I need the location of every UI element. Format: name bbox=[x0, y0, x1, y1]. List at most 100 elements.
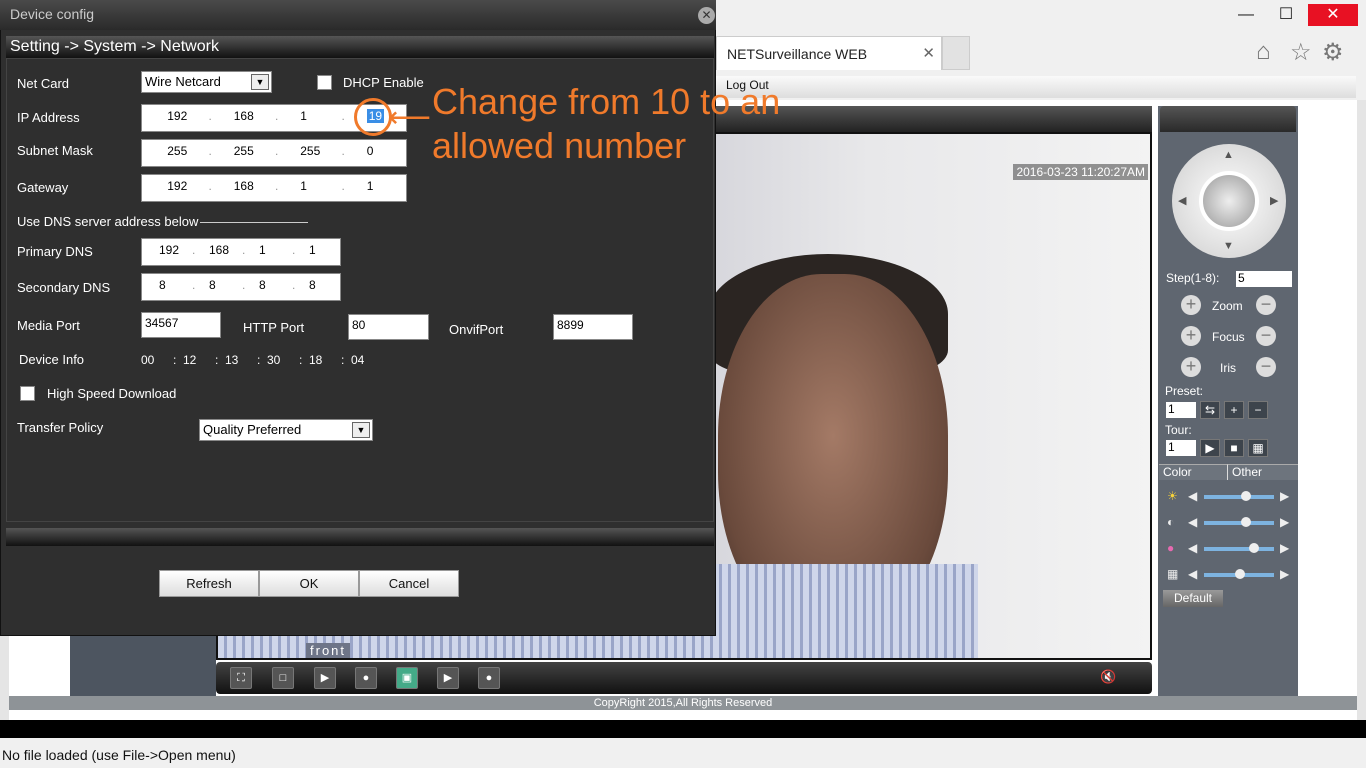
cancel-button[interactable]: Cancel bbox=[359, 570, 459, 597]
default-button[interactable]: Default bbox=[1163, 590, 1223, 607]
remove-preset-icon[interactable]: − bbox=[1248, 401, 1268, 419]
start-record-icon[interactable]: ▶ bbox=[314, 667, 336, 689]
hue-slider[interactable] bbox=[1204, 569, 1274, 579]
browser-tab[interactable]: NETSurveillance WEB ✕ bbox=[716, 36, 942, 70]
grid-icon[interactable]: ▦ bbox=[1248, 439, 1268, 457]
mute-icon[interactable]: 🔇 bbox=[1100, 669, 1116, 685]
tour-label: Tour: bbox=[1165, 423, 1192, 437]
slider-handle[interactable] bbox=[1241, 491, 1251, 501]
fullscreen-icon[interactable]: ⛶ bbox=[230, 667, 252, 689]
preset-input[interactable]: 1 bbox=[1166, 402, 1196, 418]
dhcp-checkbox[interactable] bbox=[317, 75, 332, 90]
ip-octet[interactable]: 255 bbox=[167, 144, 187, 158]
mac-part: 18 bbox=[309, 353, 323, 367]
high-speed-download-checkbox[interactable] bbox=[20, 386, 35, 401]
ptz-direction-pad[interactable]: ▲ ▼ ◀ ▶ bbox=[1172, 144, 1286, 258]
iris-open-icon[interactable]: + bbox=[1181, 357, 1201, 377]
ip-octet[interactable]: 1 bbox=[367, 179, 374, 193]
ip-octet[interactable]: 192 bbox=[159, 243, 179, 257]
stop-record-icon[interactable]: ● bbox=[355, 667, 377, 689]
play-tour-icon[interactable]: ▶ bbox=[1200, 439, 1220, 457]
brightness-slider[interactable] bbox=[1204, 491, 1274, 501]
iris-close-icon[interactable]: − bbox=[1256, 357, 1276, 377]
star-icon[interactable]: ☆ bbox=[1290, 38, 1312, 67]
ok-button[interactable]: OK bbox=[259, 570, 359, 597]
stop-playback-icon[interactable]: ● bbox=[478, 667, 500, 689]
minimize-button[interactable]: — bbox=[1226, 4, 1266, 26]
ip-octet[interactable]: 168 bbox=[234, 179, 254, 193]
ip-octet[interactable]: 8 bbox=[159, 278, 166, 292]
left-arrow-icon[interactable]: ◀ bbox=[1178, 194, 1186, 207]
window-close-button[interactable]: ✕ bbox=[1308, 4, 1358, 26]
ip-octet[interactable]: 255 bbox=[300, 144, 320, 158]
tab-close-icon[interactable]: ✕ bbox=[922, 44, 935, 62]
tab-other[interactable]: Other bbox=[1227, 464, 1298, 480]
subnet-mask-field[interactable]: 255. 255. 255. 0 bbox=[141, 139, 407, 167]
ip-octet[interactable]: 0 bbox=[367, 144, 374, 158]
start-playback-icon[interactable]: ▶ bbox=[437, 667, 459, 689]
snapshot-icon[interactable]: ▣ bbox=[396, 667, 418, 689]
tab-color[interactable]: Color bbox=[1159, 464, 1227, 480]
net-card-select[interactable]: Wire Netcard ▼ bbox=[141, 71, 272, 93]
single-view-icon[interactable]: □ bbox=[272, 667, 294, 689]
dialog-title: Device config bbox=[0, 0, 716, 30]
brightness-decrease-icon[interactable]: ◀ bbox=[1188, 489, 1197, 503]
transfer-policy-select[interactable]: Quality Preferred ▼ bbox=[199, 419, 373, 441]
right-arrow-icon[interactable]: ▶ bbox=[1270, 194, 1278, 207]
zoom-in-icon[interactable]: + bbox=[1181, 295, 1201, 315]
goto-preset-icon[interactable]: ⇆ bbox=[1200, 401, 1220, 419]
focus-in-icon[interactable]: + bbox=[1181, 326, 1201, 346]
gear-icon[interactable]: ⚙ bbox=[1322, 38, 1344, 67]
saturation-decrease-icon[interactable]: ◀ bbox=[1188, 541, 1197, 555]
refresh-button[interactable]: Refresh bbox=[159, 570, 259, 597]
new-tab-button[interactable] bbox=[942, 36, 970, 70]
dialog-footer-bar bbox=[6, 528, 714, 546]
home-icon[interactable]: ⌂ bbox=[1256, 38, 1271, 66]
focus-out-icon[interactable]: − bbox=[1256, 326, 1276, 346]
secondary-dns-field[interactable]: 8. 8. 8. 8 bbox=[141, 273, 341, 301]
contrast-increase-icon[interactable]: ▶ bbox=[1280, 515, 1289, 529]
dhcp-label: DHCP Enable bbox=[343, 75, 424, 90]
step-select[interactable]: 5 bbox=[1236, 271, 1292, 287]
zoom-out-icon[interactable]: − bbox=[1256, 295, 1276, 315]
up-arrow-icon[interactable]: ▲ bbox=[1223, 149, 1234, 161]
ip-octet[interactable]: 1 bbox=[300, 179, 307, 193]
media-port-input[interactable]: 34567 bbox=[141, 312, 221, 338]
hue-increase-icon[interactable]: ▶ bbox=[1280, 567, 1289, 581]
onvif-port-input[interactable]: 8899 bbox=[553, 314, 633, 340]
ip-octet[interactable]: 8 bbox=[259, 278, 266, 292]
saturation-slider[interactable] bbox=[1204, 543, 1274, 553]
hue-decrease-icon[interactable]: ◀ bbox=[1188, 567, 1197, 581]
ip-octet[interactable]: 168 bbox=[209, 243, 229, 257]
ip-octet[interactable]: 8 bbox=[209, 278, 216, 292]
ip-octet[interactable]: 1 bbox=[309, 243, 316, 257]
ptz-center-button[interactable] bbox=[1199, 171, 1259, 231]
tab-title: NETSurveillance WEB bbox=[727, 46, 868, 62]
ip-dot: . bbox=[275, 179, 279, 193]
tour-input[interactable]: 1 bbox=[1166, 440, 1196, 456]
contrast-decrease-icon[interactable]: ◀ bbox=[1188, 515, 1197, 529]
ip-octet[interactable]: 255 bbox=[234, 144, 254, 158]
ip-octet[interactable]: 192 bbox=[167, 179, 187, 193]
down-arrow-icon[interactable]: ▼ bbox=[1223, 240, 1234, 252]
iris-label: Iris bbox=[1220, 361, 1236, 375]
stop-tour-icon[interactable]: ■ bbox=[1224, 439, 1244, 457]
maximize-button[interactable]: ☐ bbox=[1266, 4, 1306, 26]
ip-octet[interactable]: 1 bbox=[300, 109, 307, 123]
primary-dns-field[interactable]: 192. 168. 1. 1 bbox=[141, 238, 341, 266]
saturation-increase-icon[interactable]: ▶ bbox=[1280, 541, 1289, 555]
gateway-field[interactable]: 192. 168. 1. 1 bbox=[141, 174, 407, 202]
brightness-increase-icon[interactable]: ▶ bbox=[1280, 489, 1289, 503]
ip-octet[interactable]: 8 bbox=[309, 278, 316, 292]
http-port-input[interactable]: 80 bbox=[348, 314, 429, 340]
close-icon[interactable]: ✕ bbox=[698, 7, 715, 24]
ip-octet[interactable]: 1 bbox=[259, 243, 266, 257]
slider-handle[interactable] bbox=[1241, 517, 1251, 527]
contrast-slider[interactable] bbox=[1204, 517, 1274, 527]
video-timestamp: 2016-03-23 11:20:27AM bbox=[1013, 164, 1148, 180]
chevron-down-icon: ▼ bbox=[352, 422, 370, 438]
add-preset-icon[interactable]: + bbox=[1224, 401, 1244, 419]
ip-octet[interactable]: 168 bbox=[234, 109, 254, 123]
ip-octet[interactable]: 192 bbox=[167, 109, 187, 123]
mac-part: 12 bbox=[183, 353, 197, 367]
